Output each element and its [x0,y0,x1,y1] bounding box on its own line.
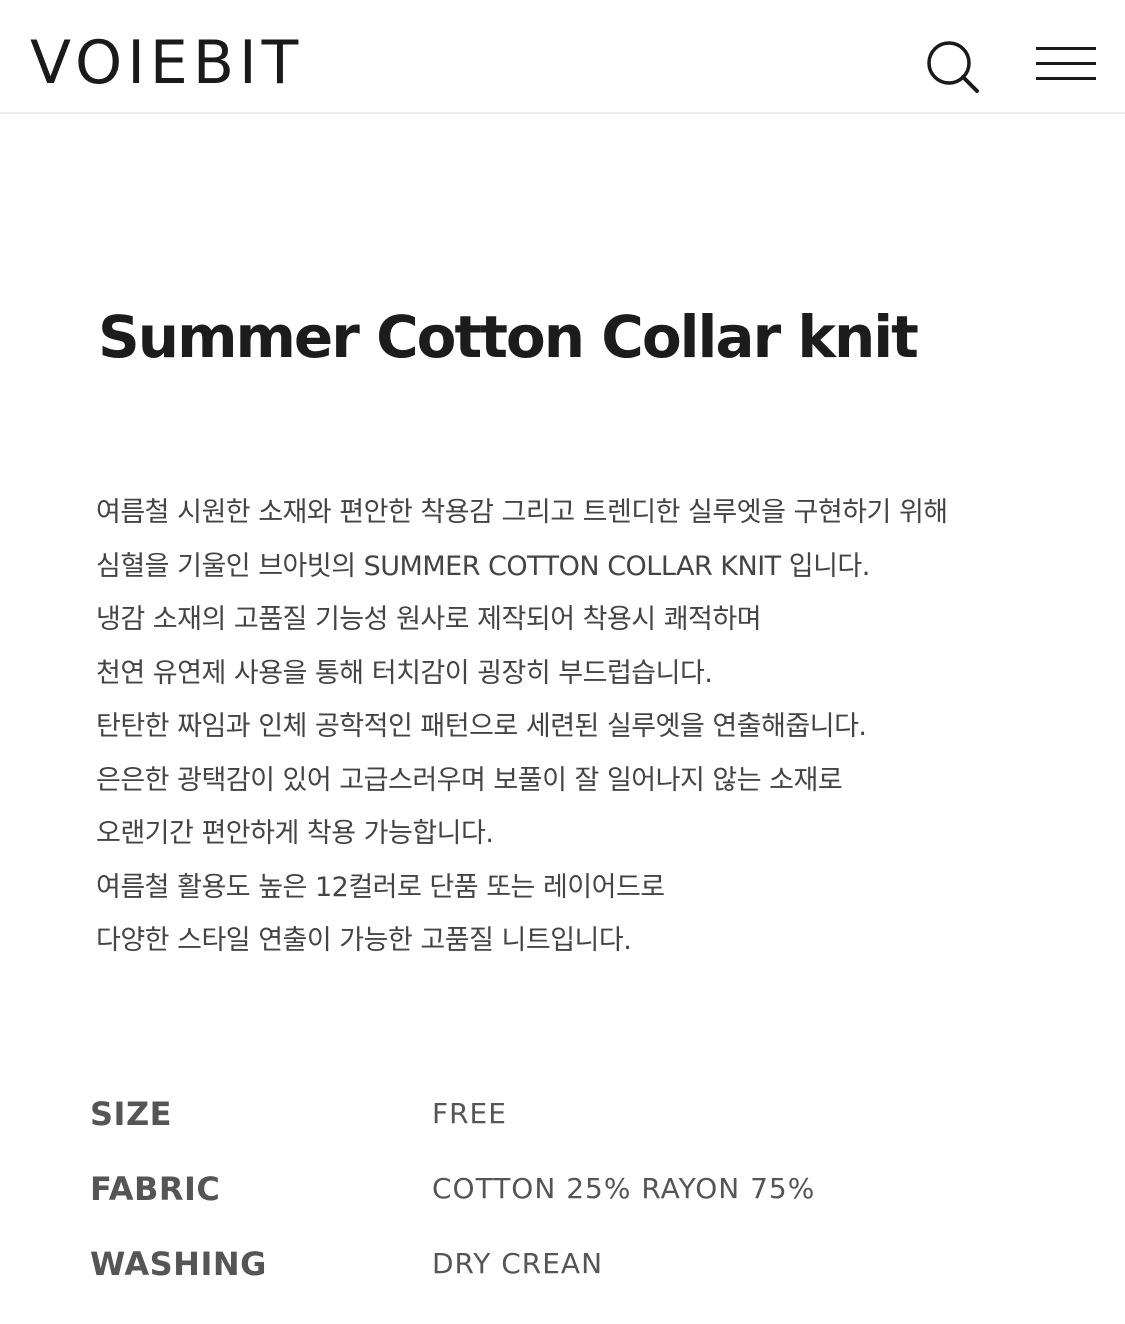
description-line: 다양한 스타일 연출이 가능한 고품질 니트입니다. [96,925,632,956]
spec-label: FABRIC [90,1170,221,1208]
spec-label: WASHING [90,1245,267,1283]
product-title: Summer Cotton Collar knit [98,303,919,371]
description-line: 여름철 시원한 소재와 편안한 착용감 그리고 트렌디한 실루엣을 구현하기 위… [96,497,948,528]
description-line: 탄탄한 짜임과 인체 공학적인 패턴으로 세련된 실루엣을 연출해줍니다. [96,711,867,742]
description-line: 천연 유연제 사용을 통해 터치감이 굉장히 부드럽습니다. [96,657,713,689]
description-line: 은은한 광택감이 있어 고급스러우며 보풀이 잘 일어나지 않는 소재로 [96,764,843,796]
search-button[interactable] [922,36,982,96]
search-icon [927,41,979,93]
description-line: 심혈을 기울인 브아빗의 SUMMER COTTON COLLAR KNIT 입… [96,550,870,582]
hamburger-menu-icon-bar [1036,62,1096,65]
spec-row-size: SIZE FREE [90,1088,990,1163]
spec-value: DRY CREAN [432,1247,604,1280]
menu-button[interactable] [1036,44,1098,84]
spec-label: SIZE [90,1095,173,1133]
spec-row-washing: WASHING DRY CREAN [90,1238,990,1313]
description-line: 냉감 소재의 고품질 기능성 원사로 제작되어 착용시 쾌적하며 [96,604,762,635]
hamburger-menu-icon [1036,47,1096,50]
brand-logo[interactable]: VOIEBIT [30,28,303,98]
product-description: 여름철 시원한 소재와 편안한 착용감 그리고 트렌디한 실루엣을 구현하기 위… [96,486,1056,968]
description-line: 오랜기간 편안하게 착용 가능합니다. [96,818,494,849]
spec-value: COTTON 25% RAYON 75% [432,1172,816,1205]
hamburger-menu-icon-bar [1036,77,1096,80]
site-header: VOIEBIT [0,0,1125,114]
product-specs: SIZE FREE FABRIC COTTON 25% RAYON 75% WA… [90,1088,990,1313]
spec-value: FREE [432,1097,507,1130]
description-line: 여름철 활용도 높은 12컬러로 단품 또는 레이어드로 [96,871,665,903]
spec-row-fabric: FABRIC COTTON 25% RAYON 75% [90,1163,990,1238]
